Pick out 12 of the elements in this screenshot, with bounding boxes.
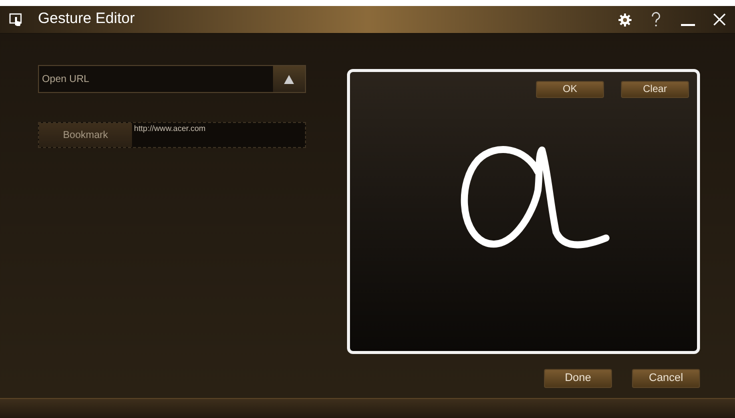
- window-title: Gesture Editor: [38, 9, 135, 30]
- up-triangle-icon: [284, 74, 294, 84]
- help-icon[interactable]: [651, 12, 661, 28]
- done-button[interactable]: Done: [544, 369, 612, 388]
- ok-button[interactable]: OK: [536, 81, 604, 98]
- dropdown-button[interactable]: [273, 66, 305, 92]
- settings-icon[interactable]: [618, 12, 632, 26]
- clear-button[interactable]: Clear: [621, 81, 689, 98]
- drawing-canvas[interactable]: OK Clear: [347, 69, 700, 354]
- close-icon[interactable]: [713, 13, 726, 26]
- cancel-button[interactable]: Cancel: [632, 369, 700, 388]
- hand-pointer-icon: [9, 12, 23, 26]
